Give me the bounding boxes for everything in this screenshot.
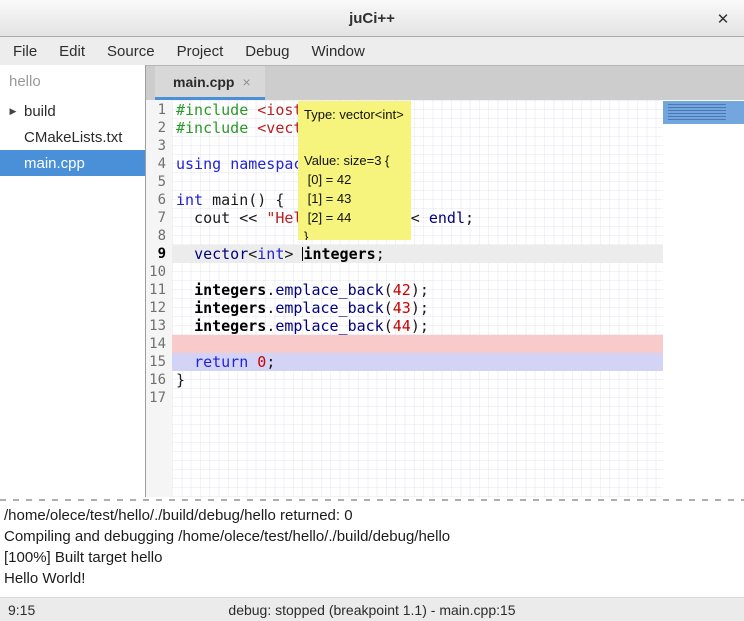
menu-item-edit[interactable]: Edit — [48, 39, 96, 64]
editor-line-16[interactable]: 16} — [146, 371, 663, 389]
tree-item-main-cpp[interactable]: main.cpp — [0, 150, 145, 176]
tab-strip: main.cpp × — [146, 65, 744, 100]
menu-item-file[interactable]: File — [2, 39, 48, 64]
line-number: 11 — [146, 281, 172, 299]
build-terminal-output[interactable]: /home/olece/test/hello/./build/debug/hel… — [0, 502, 744, 597]
minimap-visible-region[interactable] — [663, 101, 744, 124]
line-code: cout << "Hello World!" << endl; — [172, 209, 663, 227]
line-code — [172, 389, 663, 407]
tree-item-label: CMakeLists.txt — [0, 129, 122, 146]
project-name-label: hello — [0, 69, 145, 98]
line-code: using namespace std; — [172, 155, 663, 173]
editor-line-17[interactable]: 17 — [146, 389, 663, 407]
menu-item-source[interactable]: Source — [96, 39, 166, 64]
line-number: 14 — [146, 335, 172, 353]
menu-item-project[interactable]: Project — [166, 39, 235, 64]
line-code — [172, 263, 663, 281]
line-number: 6 — [146, 191, 172, 209]
line-number: 8 — [146, 227, 172, 245]
tooltip-value-line: } — [304, 227, 405, 240]
editor-line-15[interactable]: 15 return 0; — [146, 353, 663, 371]
line-code — [172, 173, 663, 191]
editor-pane: main.cpp × 1#include <iostream>2#include… — [146, 65, 744, 497]
editor-line-9[interactable]: 9 vector<int> integers; — [146, 245, 663, 263]
menu-item-debug[interactable]: Debug — [234, 39, 300, 64]
file-tree: ▶build CMakeLists.txt main.cpp — [0, 98, 145, 176]
line-code: integers.emplace_back(42); — [172, 281, 663, 299]
line-number: 2 — [146, 119, 172, 137]
tab-label: main.cpp — [173, 74, 234, 90]
line-code: #include <vector> — [172, 119, 663, 137]
tooltip-value-line: [0] = 42 — [304, 170, 405, 189]
tree-item-label: build — [21, 103, 56, 120]
line-number: 1 — [146, 101, 172, 119]
line-code: } — [172, 371, 663, 389]
close-icon[interactable]: ✕ — [712, 8, 734, 30]
line-number: 13 — [146, 317, 172, 335]
terminal-line: [100%] Built target hello — [4, 547, 740, 568]
line-number: 7 — [146, 209, 172, 227]
tooltip-type-line: Type: vector<int> — [304, 105, 405, 124]
terminal-line: Compiling and debugging /home/olece/test… — [4, 526, 740, 547]
line-number: 12 — [146, 299, 172, 317]
line-code: #include <iostream> — [172, 101, 663, 119]
tooltip-value-line: Value: size=3 { — [304, 151, 405, 170]
tooltip-value-line: [2] = 44 — [304, 208, 405, 227]
line-code: vector<int> integers; — [172, 245, 663, 263]
editor-line-13[interactable]: 13 integers.emplace_back(44); — [146, 317, 663, 335]
pane-splitter[interactable] — [0, 497, 744, 502]
expander-triangle-icon[interactable]: ▶ — [5, 106, 21, 117]
menubar: FileEditSourceProjectDebugWindow — [0, 37, 744, 65]
line-code: return 0; — [172, 353, 663, 371]
debug-value-tooltip: Type: vector<int> Value: size=3 { [0] = … — [298, 101, 411, 240]
editor-line-12[interactable]: 12 integers.emplace_back(43); — [146, 299, 663, 317]
window-title: juCi++ — [349, 10, 395, 27]
statusbar: 9:15 debug: stopped (breakpoint 1.1) - m… — [0, 597, 744, 621]
cursor-position-label: 9:15 — [0, 602, 35, 618]
file-tree-sidebar: hello ▶build CMakeLists.txt main.cpp — [0, 65, 146, 497]
editor-line-14[interactable]: 14 — [146, 335, 663, 353]
minimap[interactable] — [663, 100, 744, 497]
code-editor[interactable]: 1#include <iostream>2#include <vector>34… — [146, 100, 744, 497]
line-number: 9 — [146, 245, 172, 263]
line-number: 10 — [146, 263, 172, 281]
line-number: 17 — [146, 389, 172, 407]
tree-item-label: main.cpp — [0, 155, 85, 172]
editor-line-11[interactable]: 11 integers.emplace_back(42); — [146, 281, 663, 299]
line-number: 5 — [146, 173, 172, 191]
line-code: int main() { — [172, 191, 663, 209]
line-code — [172, 227, 663, 245]
minimap-code-lines — [668, 104, 726, 120]
juci-window: juCi++ ✕ FileEditSourceProjectDebugWindo… — [0, 0, 744, 621]
terminal-line: /home/olece/test/hello/./build/debug/hel… — [4, 505, 740, 526]
tree-item-build[interactable]: ▶build — [0, 98, 145, 124]
titlebar: juCi++ ✕ — [0, 0, 744, 37]
debug-status-label: debug: stopped (breakpoint 1.1) - main.c… — [228, 602, 515, 618]
line-number: 4 — [146, 155, 172, 173]
tab-main-cpp[interactable]: main.cpp × — [155, 66, 265, 100]
line-number: 16 — [146, 371, 172, 389]
line-number: 3 — [146, 137, 172, 155]
tab-close-icon[interactable]: × — [242, 74, 250, 90]
line-number: 15 — [146, 353, 172, 371]
line-code: integers.emplace_back(43); — [172, 299, 663, 317]
line-code — [172, 137, 663, 155]
line-code: integers.emplace_back(44); — [172, 317, 663, 335]
line-code — [172, 335, 663, 353]
menu-item-window[interactable]: Window — [300, 39, 375, 64]
terminal-line: Hello World! — [4, 568, 740, 589]
tree-item-cmakelists-txt[interactable]: CMakeLists.txt — [0, 124, 145, 150]
tooltip-value-line: [1] = 43 — [304, 189, 405, 208]
editor-line-10[interactable]: 10 — [146, 263, 663, 281]
